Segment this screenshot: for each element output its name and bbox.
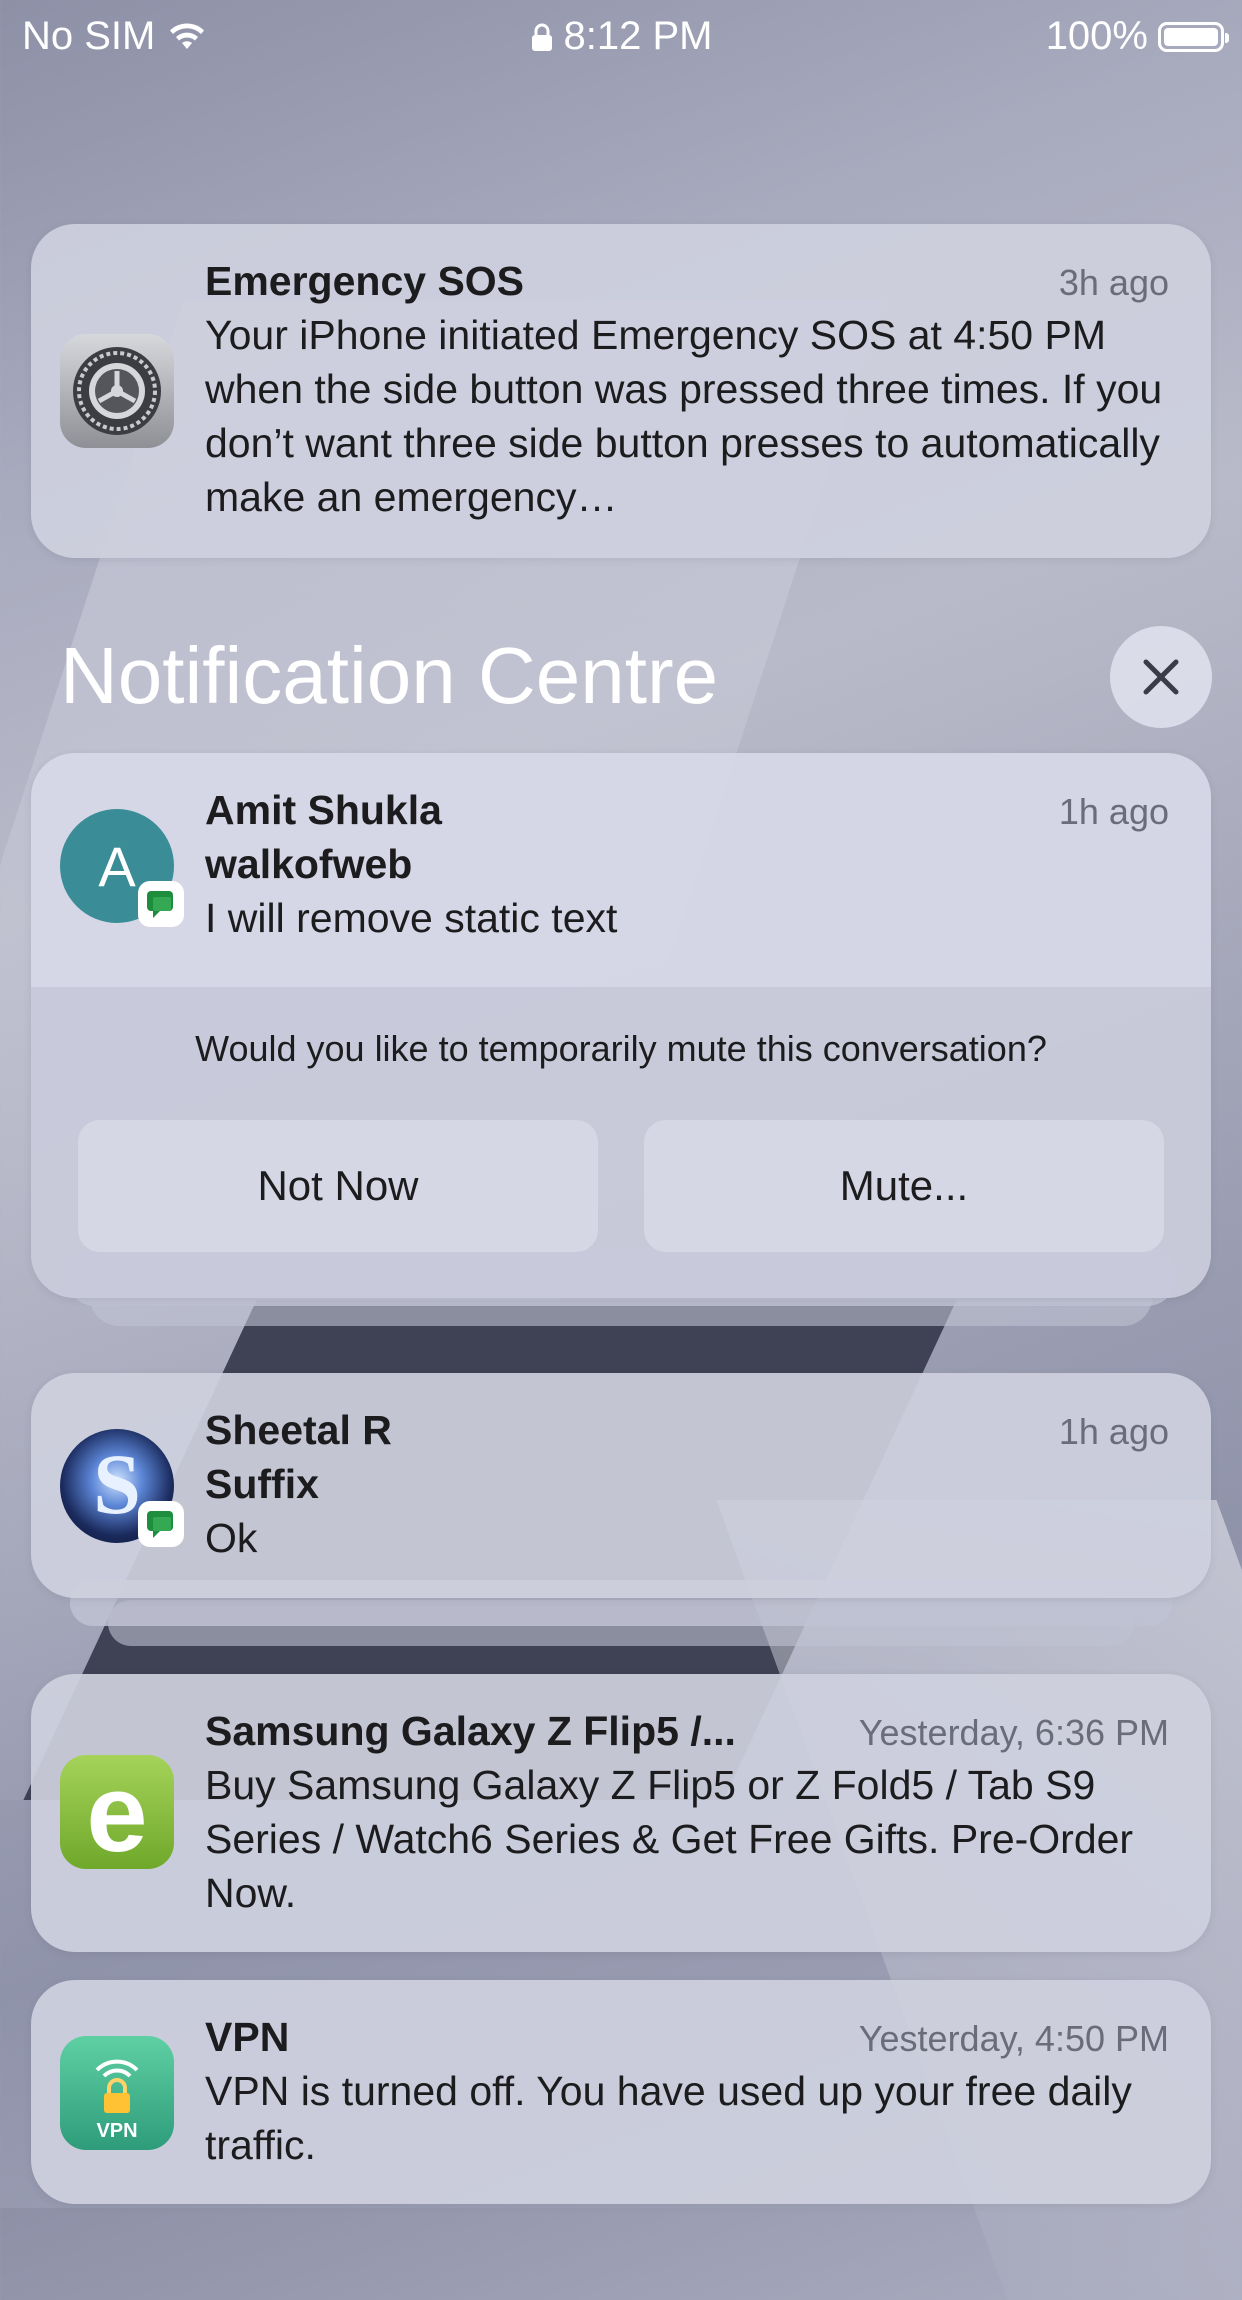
notification-body: VPN is turned off. You have used up your…	[205, 2068, 1132, 2168]
google-chat-icon	[138, 881, 184, 927]
vpn-lock-icon: VPN	[60, 2036, 174, 2150]
close-x-icon	[1143, 659, 1179, 695]
notification-title: Emergency SOS	[205, 258, 525, 304]
battery-icon	[1158, 21, 1229, 52]
notification-time: 1h ago	[1058, 791, 1169, 832]
clock-time: 8:12 PM	[563, 14, 713, 58]
notification-sheetal-r[interactable]: S Sheetal R 1h ago Suffix Ok	[31, 1373, 1211, 1598]
notification-subtitle: walkofweb	[205, 841, 413, 887]
notification-body: Ok	[205, 1515, 258, 1561]
notification-time: Yesterday, 6:36 PM	[858, 1712, 1169, 1753]
status-bar: No SIM 8:12 PM 100%	[0, 0, 1242, 72]
close-button[interactable]	[1110, 626, 1212, 728]
notification-samsung[interactable]: e Samsung Galaxy Z Flip5 /... Yesterday,…	[31, 1674, 1211, 1952]
not-now-button[interactable]: Not Now	[78, 1120, 598, 1252]
notification-emergency-sos[interactable]: Emergency SOS 3h ago Your iPhone initiat…	[31, 224, 1211, 558]
settings-gear-icon	[60, 334, 174, 448]
notification-subtitle: Suffix	[205, 1461, 319, 1507]
notification-time: Yesterday, 4:50 PM	[858, 2018, 1169, 2059]
svg-text:e: e	[86, 1755, 147, 1869]
notification-body: Buy Samsung Galaxy Z Flip5 or Z Fold5 / …	[205, 1762, 1134, 1916]
notification-time: 1h ago	[1058, 1411, 1169, 1452]
notification-vpn[interactable]: VPN VPN Yesterday, 4:50 PM VPN is turned…	[31, 1980, 1211, 2204]
notification-body: I will remove static text	[205, 895, 618, 941]
notification-time: 3h ago	[1058, 262, 1169, 303]
lock-icon	[531, 23, 552, 51]
notification-title: Samsung Galaxy Z Flip5 /...	[205, 1708, 736, 1754]
notification-title: Amit Shukla	[205, 787, 442, 833]
svg-text:S: S	[93, 1436, 141, 1532]
mute-button[interactable]: Mute...	[644, 1120, 1164, 1252]
google-chat-icon	[138, 1501, 184, 1547]
mute-question: Would you like to temporarily mute this …	[195, 1028, 1047, 1069]
battery-percent: 100%	[1045, 14, 1148, 58]
notification-body: Your iPhone initiated Emergency SOS at 4…	[205, 312, 1163, 520]
vpn-icon-label: VPN	[96, 2120, 137, 2142]
notification-centre-title: Notification Centre	[60, 631, 719, 720]
e-logo-icon: e	[60, 1755, 174, 1869]
notification-title: VPN	[205, 2014, 290, 2060]
notification-title: Sheetal R	[205, 1407, 392, 1453]
